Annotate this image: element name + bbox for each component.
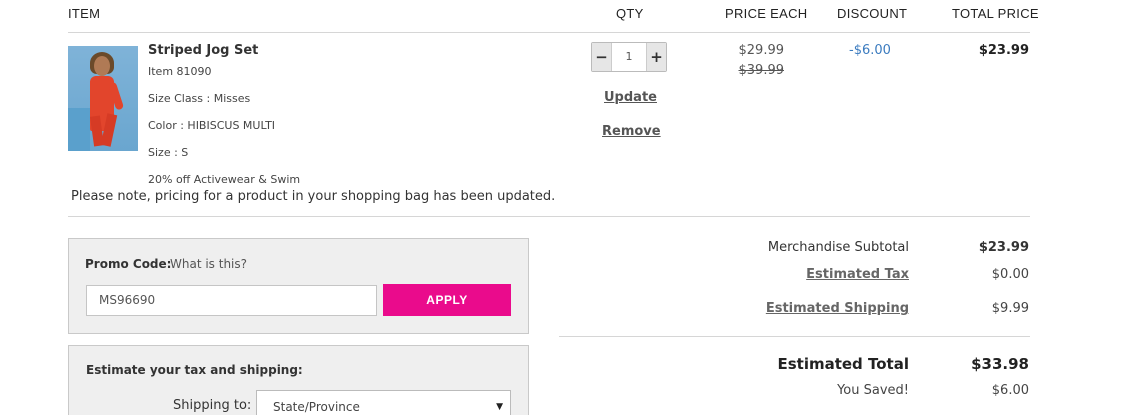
decrement-button[interactable]: − [592, 43, 611, 71]
state-province-value: State/Province [273, 400, 360, 414]
estimated-total-label: Estimated Total [777, 355, 909, 373]
original-price: $39.99 [738, 63, 785, 78]
product-name[interactable]: Striped Jog Set [148, 43, 258, 58]
item-divider [68, 216, 1030, 217]
quantity-stepper[interactable]: − 1 + [591, 42, 667, 72]
promo-code-input[interactable]: MS96690 [86, 285, 377, 316]
you-saved-value: $6.00 [991, 383, 1029, 398]
shipping-to-label: Shipping to: [173, 398, 252, 413]
header-total-price: TOTAL PRICE [952, 6, 1039, 21]
estimate-title: Estimate your tax and shipping: [86, 363, 303, 377]
product-size: Size : S [148, 146, 189, 159]
header-item: ITEM [68, 6, 101, 21]
state-province-select[interactable]: State/Province ▼ [256, 390, 511, 415]
apply-button[interactable]: APPLY [383, 284, 511, 316]
promo-help-link[interactable]: What is this? [170, 257, 247, 271]
promo-code-label: Promo Code: [85, 257, 172, 271]
estimated-total-value: $33.98 [971, 355, 1029, 373]
header-divider [68, 32, 1030, 33]
product-color: Color : HIBISCUS MULTI [148, 119, 276, 132]
product-item-number: Item 81090 [148, 65, 212, 78]
summary-divider [559, 336, 1030, 337]
price-each: $29.99 [738, 43, 785, 58]
header-qty: QTY [616, 6, 644, 21]
estimated-tax-value: $0.00 [991, 267, 1029, 282]
pricing-update-notice: Please note, pricing for a product in yo… [71, 189, 556, 204]
product-size-class: Size Class : Misses [148, 92, 251, 105]
header-discount: DISCOUNT [837, 6, 908, 21]
product-thumbnail[interactable] [68, 46, 138, 151]
estimated-tax-link[interactable]: Estimated Tax [806, 267, 909, 282]
subtotal-label: Merchandise Subtotal [767, 240, 909, 255]
increment-button[interactable]: + [647, 43, 666, 71]
quantity-value[interactable]: 1 [611, 43, 647, 71]
line-total-price: $23.99 [978, 43, 1029, 58]
header-price-each: PRICE EACH [725, 6, 808, 21]
update-link[interactable]: Update [604, 90, 657, 105]
remove-link[interactable]: Remove [602, 124, 661, 139]
subtotal-value: $23.99 [978, 240, 1029, 255]
estimated-shipping-link[interactable]: Estimated Shipping [766, 301, 909, 316]
chevron-down-icon: ▼ [496, 402, 503, 412]
you-saved-label: You Saved! [837, 383, 909, 398]
discount-amount: -$6.00 [849, 43, 891, 58]
estimated-shipping-value: $9.99 [991, 301, 1029, 316]
product-promo-note: 20% off Activewear & Swim [148, 173, 301, 186]
